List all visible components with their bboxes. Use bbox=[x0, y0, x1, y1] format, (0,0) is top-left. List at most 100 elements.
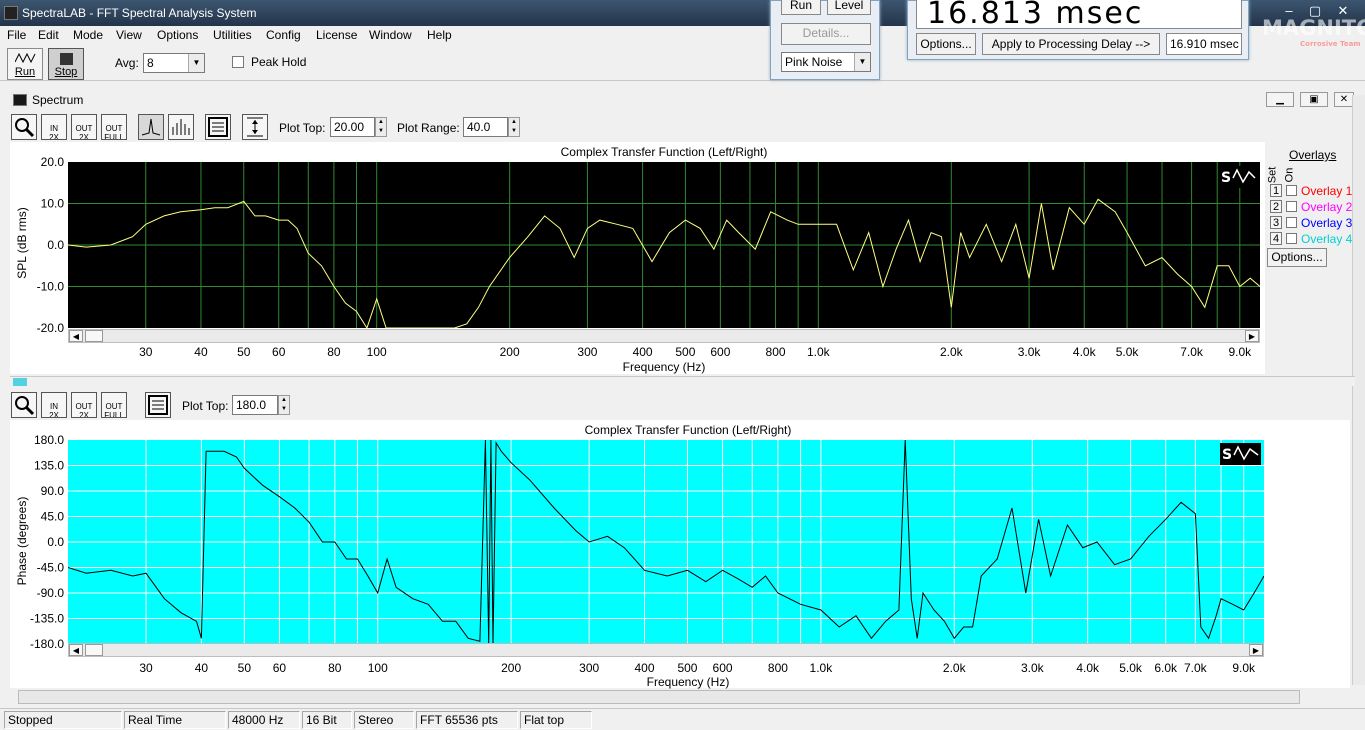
phase-window-icon bbox=[13, 378, 27, 386]
x-tick-label: 400 bbox=[633, 345, 653, 359]
delay-value-field[interactable]: 16.910 msec bbox=[1166, 33, 1242, 55]
spectrum-plot-top-input[interactable]: 20.00 bbox=[330, 117, 375, 137]
y-tick-label: -135.0 bbox=[30, 612, 64, 626]
x-tick-label: 3.0k bbox=[1018, 345, 1042, 359]
bar-mode-icon[interactable] bbox=[168, 114, 194, 140]
overlay-set-button[interactable]: 3 bbox=[1270, 216, 1282, 229]
x-tick-label: 800 bbox=[768, 661, 788, 675]
status-mode: Real Time bbox=[124, 711, 226, 729]
menu-license[interactable]: License bbox=[316, 28, 357, 42]
trace-type-icon[interactable]: S bbox=[1219, 166, 1257, 188]
y-tick-label: 0.0 bbox=[47, 238, 64, 252]
spectrum-plot-range-label: Plot Range: bbox=[397, 121, 460, 135]
scroll-left-icon[interactable]: ◀ bbox=[69, 644, 83, 656]
spectrum-plot-top-spinner[interactable]: ▲ ▼ bbox=[375, 117, 387, 137]
workspace-horizontal-scrollbar[interactable] bbox=[18, 690, 1300, 704]
spectrum-restore-icon[interactable]: ▣ bbox=[1300, 92, 1328, 107]
overlay-set-button[interactable]: 1 bbox=[1270, 184, 1282, 197]
zoom-out-2x-icon[interactable]: OUT 2X bbox=[71, 114, 97, 140]
overlay-on-checkbox[interactable] bbox=[1286, 233, 1297, 244]
apply-delay-button[interactable]: Apply to Processing Delay --> bbox=[982, 33, 1160, 55]
avg-select[interactable]: 8 ▼ bbox=[143, 53, 205, 73]
scroll-thumb[interactable] bbox=[85, 330, 103, 342]
spectrum-x-axis-label: Frequency (Hz) bbox=[622, 360, 706, 374]
x-tick-label: 50 bbox=[238, 661, 252, 675]
y-tick-label: 180.0 bbox=[34, 433, 64, 447]
spectrum-scrollbar[interactable]: ◀ ▶ bbox=[68, 329, 1260, 343]
phase-zoom-out-full-icon[interactable]: OUT FULL bbox=[101, 392, 127, 418]
overlay-on-checkbox[interactable] bbox=[1286, 201, 1297, 212]
details-button[interactable]: Details... bbox=[781, 23, 871, 45]
zoom-out-full-icon[interactable]: OUT FULL bbox=[101, 114, 127, 140]
peak-hold-checkbox[interactable] bbox=[232, 56, 244, 68]
menu-file[interactable]: File bbox=[7, 28, 26, 42]
generator-level-button[interactable]: Level bbox=[827, 0, 871, 15]
x-tick-label: 30 bbox=[139, 661, 153, 675]
menu-window[interactable]: Window bbox=[369, 28, 412, 42]
x-tick-label: 4.0k bbox=[1073, 345, 1097, 359]
overlay-label: Overlay 2 bbox=[1301, 200, 1353, 214]
generator-run-button[interactable]: Run bbox=[781, 0, 821, 15]
phase-trace-type-icon[interactable]: S bbox=[1220, 443, 1261, 465]
x-tick-label: 40 bbox=[194, 345, 208, 359]
scroll-left-icon[interactable]: ◀ bbox=[69, 330, 83, 342]
phase-table-icon[interactable] bbox=[145, 392, 171, 418]
y-tick-label: -20.0 bbox=[37, 321, 65, 335]
chevron-down-icon[interactable]: ▼ bbox=[188, 54, 204, 72]
peak-hold-label: Peak Hold bbox=[251, 55, 307, 69]
line-mode-icon[interactable] bbox=[138, 114, 164, 140]
x-tick-label: 60 bbox=[273, 661, 287, 675]
y-tick-label: -180.0 bbox=[30, 637, 64, 651]
spectrum-plot-range-spinner[interactable]: ▲ ▼ bbox=[508, 117, 520, 137]
avg-label: Avg: bbox=[115, 56, 139, 70]
phase-zoom-out-2x-icon[interactable]: OUT 2X bbox=[71, 392, 97, 418]
spectrum-minimize-icon[interactable]: ▁ bbox=[1266, 92, 1294, 107]
phase-plot-top-spinner[interactable]: ▲ ▼ bbox=[278, 395, 290, 415]
menu-help[interactable]: Help bbox=[427, 28, 452, 42]
scroll-right-icon[interactable]: ▶ bbox=[1245, 330, 1259, 342]
overlay-options-button[interactable]: Options... bbox=[1267, 248, 1327, 267]
zoom-in-2x-icon[interactable]: IN 2X bbox=[41, 114, 67, 140]
menu-view[interactable]: View bbox=[116, 28, 142, 42]
menu-utilities[interactable]: Utilities bbox=[213, 28, 252, 42]
zoom-icon[interactable] bbox=[11, 114, 37, 140]
status-fft-size: FFT 65536 pts bbox=[416, 711, 518, 729]
x-tick-label: 9.0k bbox=[1228, 345, 1252, 359]
phase-scrollbar[interactable]: ◀ ▶ bbox=[68, 643, 1264, 657]
overlay-set-button[interactable]: 2 bbox=[1270, 200, 1282, 213]
signal-select[interactable]: Pink Noise ▼ bbox=[781, 52, 871, 72]
phase-x-axis-label: Frequency (Hz) bbox=[646, 675, 730, 689]
phase-zoom-in-2x-icon[interactable]: IN 2X bbox=[41, 392, 67, 418]
overlay-on-label: On bbox=[1283, 167, 1296, 183]
chevron-down-icon[interactable]: ▼ bbox=[854, 53, 870, 71]
workspace-vertical-scrollbar[interactable] bbox=[1352, 95, 1365, 685]
waveform-icon bbox=[15, 52, 36, 64]
x-tick-label: 200 bbox=[501, 661, 521, 675]
run-button[interactable]: Run bbox=[7, 48, 43, 80]
stop-button[interactable]: Stop bbox=[48, 48, 84, 80]
delay-panel: 16.813 msec Options... Apply to Processi… bbox=[907, 0, 1249, 60]
stop-button-label: Stop bbox=[54, 66, 78, 78]
x-tick-label: 300 bbox=[579, 661, 599, 675]
scroll-thumb[interactable] bbox=[85, 644, 103, 656]
overlay-label: Overlay 3 bbox=[1301, 216, 1353, 230]
y-tick-label: 90.0 bbox=[41, 484, 65, 498]
autoscale-icon[interactable] bbox=[242, 114, 268, 140]
delay-options-button[interactable]: Options... bbox=[916, 33, 976, 55]
scroll-right-icon[interactable]: ▶ bbox=[1249, 644, 1263, 656]
phase-zoom-icon[interactable] bbox=[11, 392, 37, 418]
svg-text:S: S bbox=[1222, 447, 1232, 463]
menu-mode[interactable]: Mode bbox=[73, 28, 103, 42]
overlay-set-button[interactable]: 4 bbox=[1270, 232, 1282, 245]
y-tick-label: 10.0 bbox=[41, 197, 65, 211]
spectrum-plot-range-input[interactable]: 40.0 bbox=[463, 117, 508, 137]
overlay-on-checkbox[interactable] bbox=[1286, 185, 1297, 196]
overlay-on-checkbox[interactable] bbox=[1286, 217, 1297, 228]
table-icon[interactable] bbox=[205, 114, 231, 140]
menu-config[interactable]: Config bbox=[266, 28, 301, 42]
phase-plot-top-input[interactable]: 180.0 bbox=[232, 395, 278, 415]
menu-edit[interactable]: Edit bbox=[38, 28, 59, 42]
x-tick-label: 6.0k bbox=[1154, 661, 1178, 675]
spectrum-close-icon[interactable]: ✕ bbox=[1334, 92, 1354, 107]
menu-options[interactable]: Options bbox=[157, 28, 198, 42]
